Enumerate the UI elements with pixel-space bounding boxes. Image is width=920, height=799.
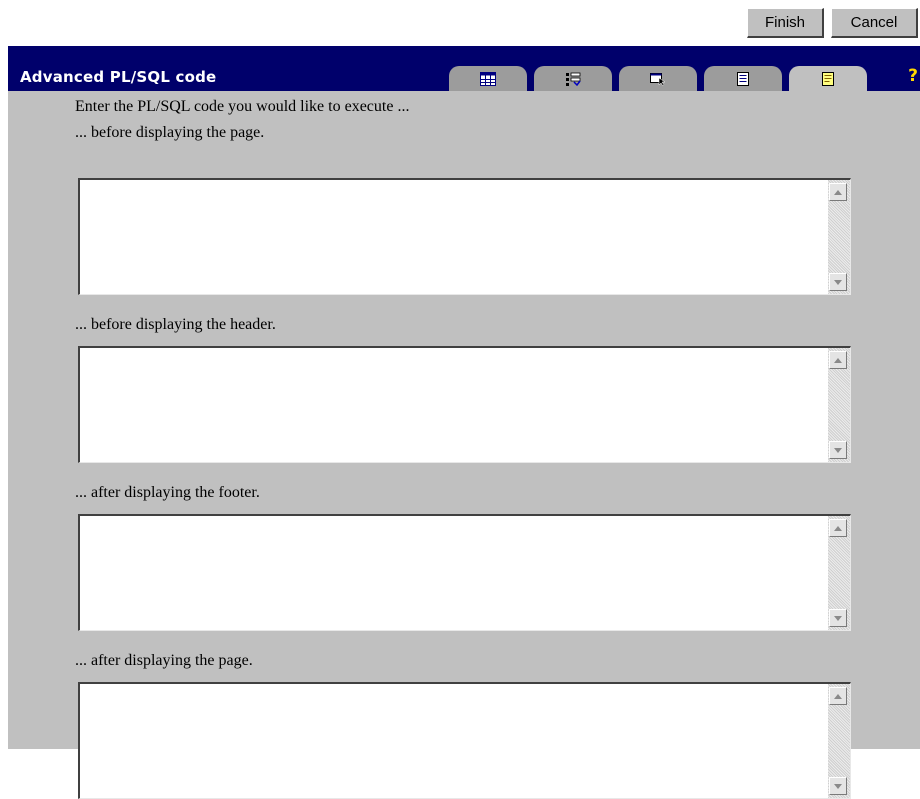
after-page-textarea[interactable]	[80, 684, 827, 798]
before-page-label: ... before displaying the page.	[75, 124, 265, 141]
vertical-scrollbar[interactable]	[828, 180, 850, 294]
form-panel: Enter the PL/SQL code you would like to …	[8, 91, 920, 799]
scroll-down-arrow-icon[interactable]	[829, 441, 847, 459]
before-page-textarea[interactable]	[80, 180, 827, 294]
vertical-scrollbar[interactable]	[828, 516, 850, 630]
after-footer-label: ... after displaying the footer.	[75, 484, 260, 501]
after-page-label: ... after displaying the page.	[75, 652, 253, 669]
vertical-scrollbar[interactable]	[828, 348, 850, 462]
table-grid-icon	[480, 71, 496, 86]
help-icon[interactable]: ?	[908, 66, 918, 86]
after-page-field[interactable]	[78, 682, 851, 799]
scroll-up-arrow-icon[interactable]	[829, 519, 847, 537]
document-icon	[737, 71, 749, 86]
top-toolbar: Finish Cancel	[0, 0, 920, 45]
scroll-down-arrow-icon[interactable]	[829, 777, 847, 795]
cancel-button[interactable]: Cancel	[831, 8, 918, 38]
scroll-up-arrow-icon[interactable]	[829, 183, 847, 201]
scroll-up-arrow-icon[interactable]	[829, 687, 847, 705]
tab-column-selection[interactable]	[534, 66, 612, 91]
before-header-label: ... before displaying the header.	[75, 316, 276, 333]
tab-table-layout[interactable]	[449, 66, 527, 91]
scroll-down-arrow-icon[interactable]	[829, 273, 847, 291]
before-page-field[interactable]	[78, 178, 851, 295]
tab-page-text[interactable]	[704, 66, 782, 91]
finish-button[interactable]: Finish	[747, 8, 824, 38]
before-header-textarea[interactable]	[80, 348, 827, 462]
intro-text: Enter the PL/SQL code you would like to …	[75, 98, 410, 115]
after-footer-textarea[interactable]	[80, 516, 827, 630]
scroll-up-arrow-icon[interactable]	[829, 351, 847, 369]
tab-display-options[interactable]	[619, 66, 697, 91]
vertical-scrollbar[interactable]	[828, 684, 850, 798]
code-page-icon	[822, 72, 834, 86]
before-header-field[interactable]	[78, 346, 851, 463]
page-title: Advanced PL/SQL code	[20, 68, 217, 86]
scroll-down-arrow-icon[interactable]	[829, 609, 847, 627]
wizard-header: Advanced PL/SQL code ?	[8, 46, 920, 92]
after-footer-field[interactable]	[78, 514, 851, 631]
tab-advanced-plsql[interactable]	[789, 66, 867, 92]
columns-select-icon	[566, 72, 581, 86]
window-cursor-icon	[650, 72, 666, 86]
